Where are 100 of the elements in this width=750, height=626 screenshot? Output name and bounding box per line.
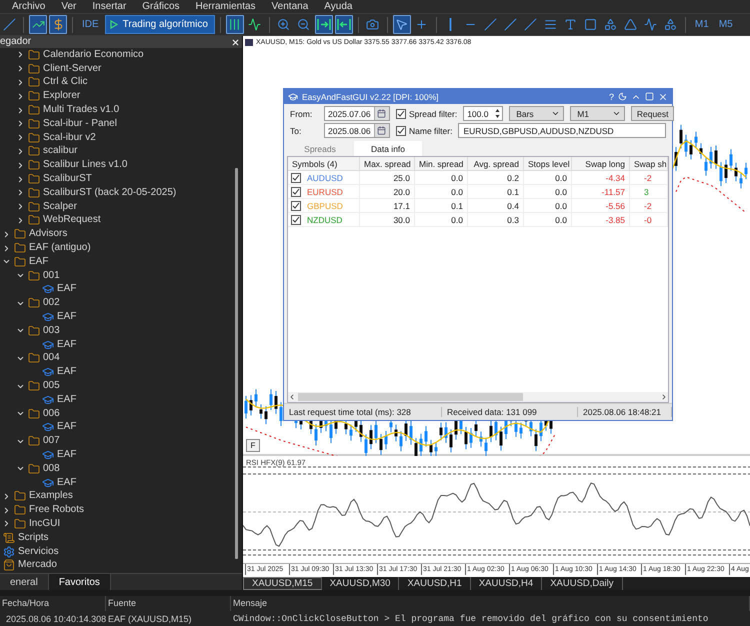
close-icon[interactable] <box>658 92 668 102</box>
tree-item[interactable]: 002 <box>43 297 60 310</box>
toolbar-button[interactable] <box>392 15 411 34</box>
tree-item[interactable]: Calendario Economico <box>43 48 144 61</box>
moon-icon[interactable] <box>618 92 627 101</box>
tree-item[interactable]: Free Robots <box>29 504 84 516</box>
toolbar-button[interactable] <box>334 15 353 34</box>
column-header[interactable]: Mensaje <box>231 596 750 611</box>
tree-item[interactable]: 003 <box>43 324 60 337</box>
tree-item[interactable]: Mercado <box>18 559 57 572</box>
tree-item[interactable]: Servicios <box>18 546 59 558</box>
tree-item[interactable]: ScaliburST (back 20-05-2025) <box>43 186 176 199</box>
tree-item[interactable]: Ctrl & Clic <box>43 76 88 88</box>
close-icon[interactable] <box>231 38 240 46</box>
checkbox[interactable] <box>291 200 301 210</box>
maximize-icon[interactable] <box>645 92 654 101</box>
tree-item[interactable]: EAF (antiguo) <box>29 242 91 254</box>
tree-item[interactable]: Scripts <box>18 532 49 544</box>
tree-item[interactable]: Scalper <box>43 200 77 213</box>
menu-item[interactable]: Archivo <box>4 0 54 13</box>
request-button[interactable]: Request <box>631 106 674 121</box>
column-header[interactable]: Symbols (4) <box>288 157 360 171</box>
expand-icon[interactable] <box>16 92 25 101</box>
calendar-icon[interactable] <box>377 109 386 118</box>
checkbox[interactable] <box>291 186 301 196</box>
expand-icon[interactable] <box>2 230 11 239</box>
checkbox[interactable] <box>396 126 406 136</box>
column-header[interactable]: Min. spread <box>415 157 468 171</box>
scrollbar[interactable] <box>235 168 238 559</box>
expand-icon[interactable] <box>16 50 25 60</box>
tree-item[interactable]: 001 <box>43 270 60 282</box>
expand-icon[interactable] <box>16 160 25 170</box>
tree-item[interactable]: EAF <box>57 338 76 351</box>
expand-icon[interactable] <box>2 519 11 528</box>
menu-item[interactable]: Herramientas <box>188 0 264 13</box>
toolbar-button[interactable]: IDE <box>78 15 103 34</box>
tab[interactable]: Data info <box>354 141 422 156</box>
column-header[interactable]: Swap long <box>572 157 630 171</box>
menu-item[interactable]: Ver <box>53 0 84 13</box>
tree-item[interactable]: Scal-ibur - Panel <box>43 118 117 130</box>
tree-item[interactable]: Multi Trades v1.0 <box>43 104 120 116</box>
tree-item[interactable]: 005 <box>43 380 60 392</box>
toolbar-button[interactable]: M1 <box>690 15 713 34</box>
date-field[interactable]: 2025.08.06 <box>324 123 390 138</box>
toolbar-button[interactable] <box>49 15 67 34</box>
expand-icon[interactable] <box>16 146 25 156</box>
expand-icon[interactable] <box>16 202 25 212</box>
chart-button[interactable]: F <box>246 439 260 452</box>
tree-item[interactable]: EAF <box>57 449 76 461</box>
expand-icon[interactable] <box>16 174 25 184</box>
tree-item[interactable]: WebRequest <box>43 214 101 226</box>
expand-icon[interactable] <box>16 188 25 198</box>
expand-icon[interactable] <box>2 506 11 515</box>
menu-item[interactable]: Gráficos <box>134 0 188 13</box>
toolbar-button[interactable] <box>226 15 244 34</box>
help-button[interactable]: ? <box>608 92 614 102</box>
tree-item[interactable]: Client-Server <box>43 62 102 75</box>
spin-field[interactable]: 100.0 <box>463 106 504 121</box>
panel-tab[interactable]: Favoritos <box>48 574 111 590</box>
dropdown[interactable]: M1 <box>570 106 626 121</box>
menu-item[interactable]: Insertar <box>84 0 134 13</box>
menu-item[interactable]: Ayuda <box>316 0 360 13</box>
tree-item[interactable]: Scal-ibur v2 <box>43 132 96 144</box>
expand-icon[interactable] <box>16 133 25 142</box>
column-header[interactable]: Swap sh <box>630 157 668 171</box>
tree-item[interactable]: IncGUI <box>29 518 60 530</box>
expand-icon[interactable] <box>16 106 25 115</box>
checkbox[interactable] <box>291 214 301 224</box>
tree-item[interactable]: Explorer <box>43 90 80 102</box>
checkbox[interactable] <box>396 108 406 118</box>
tree-item[interactable]: Scalibur Lines v1.0 <box>43 159 128 172</box>
chart-tab[interactable]: XAUUSD,M15 <box>243 577 322 590</box>
expand-icon[interactable] <box>2 244 11 253</box>
tree-item[interactable]: 007 <box>43 435 60 448</box>
column-header[interactable]: Max. spread <box>360 157 415 171</box>
expand-icon[interactable] <box>16 64 25 74</box>
tree-item[interactable]: 008 <box>43 462 60 475</box>
tree-item[interactable]: EAF <box>57 394 76 406</box>
column-header[interactable]: Stops level <box>524 157 572 171</box>
tree-item[interactable]: Examples <box>29 490 73 502</box>
toolbar-button[interactable] <box>29 15 47 34</box>
toolbar-button[interactable]: M5 <box>714 15 737 34</box>
tree-item[interactable]: EAF <box>29 256 48 268</box>
tree-item[interactable]: EAF <box>57 476 76 489</box>
tree-item[interactable]: scalibur <box>43 145 78 158</box>
menu-item[interactable]: Ventana <box>264 0 316 13</box>
tree-item[interactable]: EAF <box>57 421 76 434</box>
scrollbar[interactable] <box>298 393 523 401</box>
scroll-right-icon[interactable] <box>660 393 668 401</box>
algo-trading-button[interactable]: Trading algorítmico <box>104 15 215 34</box>
expand-icon[interactable] <box>16 216 25 225</box>
tree-item[interactable]: 006 <box>43 408 60 420</box>
tree-item[interactable]: EAF <box>57 283 76 296</box>
expand-icon[interactable] <box>16 78 25 87</box>
date-field[interactable]: 2025.07.06 <box>324 106 390 121</box>
spin-arrows-icon[interactable] <box>495 108 500 119</box>
expand-icon[interactable] <box>16 119 25 128</box>
expand-icon[interactable] <box>2 492 11 501</box>
tree-item[interactable]: 004 <box>43 352 60 364</box>
input-field[interactable]: EURUSD,GBPUSD,AUDUSD,NZDUSD <box>458 123 666 138</box>
